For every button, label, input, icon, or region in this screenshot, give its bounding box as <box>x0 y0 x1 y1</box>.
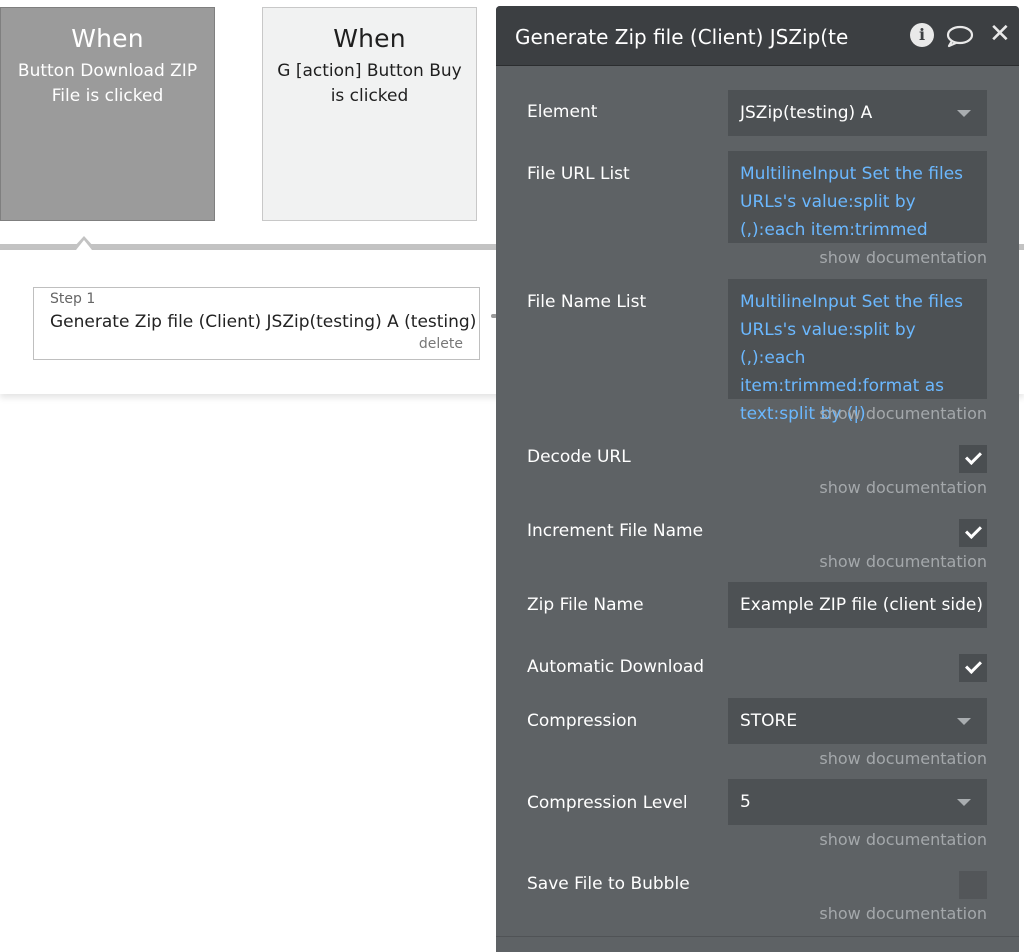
chevron-down-icon <box>957 799 971 806</box>
show-documentation-link[interactable]: show documentation <box>819 478 987 497</box>
file-url-list-expression[interactable]: MultilineInput Set the files URLs's valu… <box>728 151 987 243</box>
element-value: JSZip(testing) A <box>740 103 873 123</box>
property-editor-header[interactable]: Generate Zip file (Client) JSZip(te i ✕ <box>496 6 1019 66</box>
panel-divider <box>496 936 1019 937</box>
property-editor-title: Generate Zip file (Client) JSZip(te <box>515 25 849 49</box>
show-documentation-link[interactable]: show documentation <box>819 552 987 571</box>
event-description: G [action] Button Buy is clicked <box>277 61 462 106</box>
compression-label: Compression <box>527 711 638 731</box>
compression-dropdown[interactable]: STORE <box>728 698 987 744</box>
event-title: When <box>333 24 406 53</box>
compression-level-dropdown[interactable]: 5 <box>728 779 987 825</box>
close-icon[interactable]: ✕ <box>989 20 1011 48</box>
increment-file-name-label: Increment File Name <box>527 521 704 541</box>
file-url-list-label: File URL List <box>527 164 630 184</box>
show-documentation-link[interactable]: show documentation <box>819 404 987 423</box>
automatic-download-checkbox[interactable] <box>959 654 987 682</box>
file-name-list-label: File Name List <box>527 292 647 312</box>
element-dropdown[interactable]: JSZip(testing) A <box>728 90 987 136</box>
step-number: Step 1 <box>50 291 96 307</box>
compression-level-value: 5 <box>740 792 751 812</box>
compression-value: STORE <box>740 711 798 731</box>
save-file-to-bubble-label: Save File to Bubble <box>527 874 690 894</box>
zip-file-name-input[interactable]: Example ZIP file (client side) <box>728 582 987 628</box>
show-documentation-link[interactable]: show documentation <box>819 248 987 267</box>
element-label: Element <box>527 102 598 122</box>
compression-level-label: Compression Level <box>527 793 688 813</box>
event-card-button-buy[interactable]: When G [action] Button Buy is clicked <box>262 7 477 221</box>
comment-icon[interactable] <box>946 24 974 52</box>
info-icon[interactable]: i <box>910 23 934 47</box>
show-documentation-link[interactable]: show documentation <box>819 830 987 849</box>
chevron-down-icon <box>957 718 971 725</box>
save-file-to-bubble-checkbox[interactable] <box>959 871 987 899</box>
step-delete-link[interactable]: delete <box>419 336 463 352</box>
chevron-down-icon <box>957 110 971 117</box>
event-card-download-zip[interactable]: When Button Download ZIP File is clicked <box>0 7 215 221</box>
event-title: When <box>71 24 144 53</box>
event-description: Button Download ZIP File is clicked <box>17 61 198 106</box>
decode-url-label: Decode URL <box>527 447 631 467</box>
automatic-download-label: Automatic Download <box>527 657 705 677</box>
zip-file-name-label: Zip File Name <box>527 595 644 615</box>
step-title: Generate Zip file (Client) JSZip(testing… <box>50 312 477 332</box>
file-name-list-expression[interactable]: MultilineInput Set the files URLs's valu… <box>728 279 987 424</box>
increment-file-name-checkbox[interactable] <box>959 519 987 547</box>
property-editor: Generate Zip file (Client) JSZip(te i ✕ … <box>496 6 1019 952</box>
show-documentation-link[interactable]: show documentation <box>819 904 987 923</box>
step-card[interactable]: Step 1 Generate Zip file (Client) JSZip(… <box>33 287 480 360</box>
timeline-pointer-inner <box>76 240 92 250</box>
show-documentation-link[interactable]: show documentation <box>819 749 987 768</box>
decode-url-checkbox[interactable] <box>959 445 987 473</box>
